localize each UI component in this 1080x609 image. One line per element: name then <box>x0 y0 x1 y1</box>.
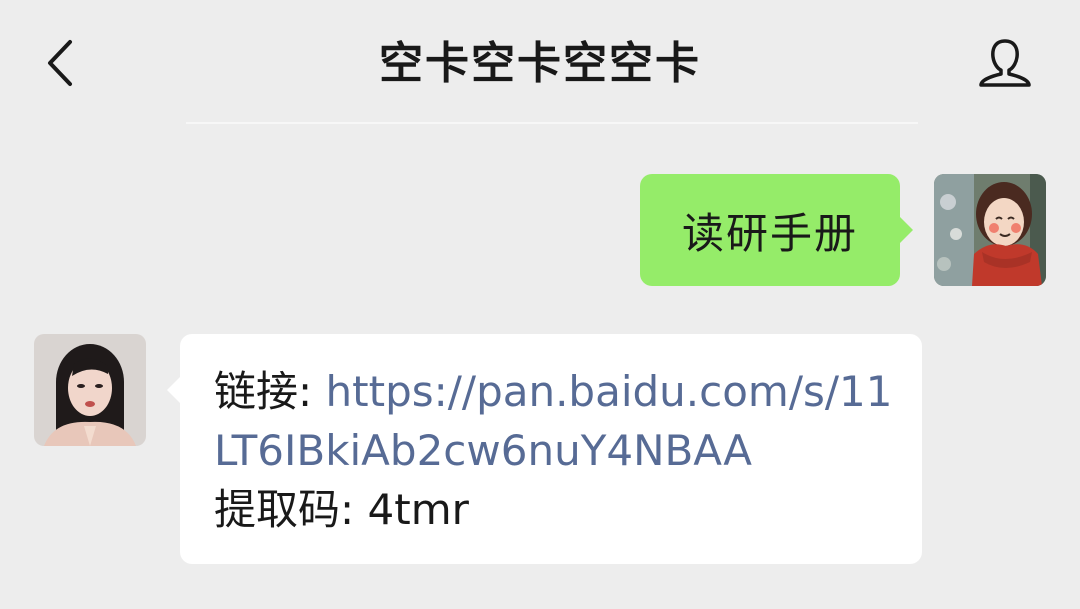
contact-avatar[interactable] <box>34 334 146 446</box>
incoming-message-bubble[interactable]: 链接: https://pan.baidu.com/s/11 LT6IBkiAb… <box>167 334 922 564</box>
person-icon <box>979 39 1031 87</box>
share-link-part-1[interactable]: https://pan.baidu.com/s/11 <box>326 367 893 416</box>
outgoing-message-text: 读研手册 <box>681 208 858 258</box>
chat-screen: 空卡空卡空空卡 读研手册 链接: https://pan.baidu.com/s… <box>0 0 1080 609</box>
extraction-code-line: 提取码: 4tmr <box>214 480 892 539</box>
my-avatar[interactable] <box>934 174 1046 286</box>
link-label: 链接: <box>214 367 326 416</box>
share-link-part-2[interactable]: LT6IBkiAb2cw6nuY4NBAA <box>214 426 752 475</box>
woman-photo-avatar-image <box>34 334 146 446</box>
link-line-continued: LT6IBkiAb2cw6nuY4NBAA <box>214 421 892 480</box>
link-line: 链接: https://pan.baidu.com/s/11 <box>214 362 892 421</box>
chat-title: 空卡空卡空空卡 <box>379 38 701 89</box>
chat-info-button[interactable] <box>970 30 1040 96</box>
cartoon-woman-avatar-image <box>934 174 1046 286</box>
chat-header: 空卡空卡空空卡 <box>0 0 1080 124</box>
extraction-code-value: 4tmr <box>367 485 469 534</box>
extraction-code-label: 提取码: <box>214 485 368 534</box>
outgoing-message-bubble[interactable]: 读研手册 <box>640 174 913 286</box>
header-divider <box>186 122 918 124</box>
